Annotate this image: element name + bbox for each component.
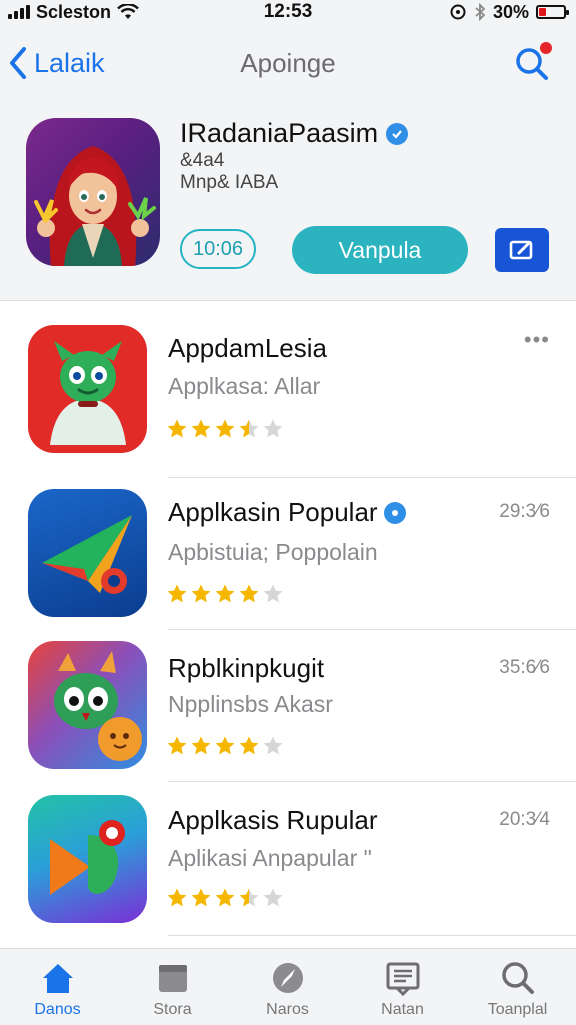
app-title-row: AppdamLesia [168,333,327,364]
tab-danos[interactable]: Danos [0,949,115,1025]
rating-stars [166,735,284,757]
star-icon [239,736,259,755]
bluetooth-icon [475,3,486,21]
star-icon [239,419,259,438]
more-options-button[interactable]: ••• [524,327,550,353]
app-title: Applkasin Popular [168,497,378,527]
row-divider [168,935,576,936]
star-icon [263,888,283,907]
star-icon [191,736,211,755]
battery-fill [539,8,546,16]
app-title: Applkasis Rupular [168,805,378,835]
tab-toanplal[interactable]: Toanplal [460,949,575,1025]
rating-stars [166,583,284,605]
status-bar: Scleston 12:53 30% [0,0,576,24]
notification-badge [540,42,552,54]
list-item[interactable]: Applkasis Rupular 20:3⁄4 Aplikasi Anpapu… [0,795,576,947]
app-subtitle: Npplinsbs Akasr [168,691,333,717]
tab-label: Natan [381,1001,424,1018]
time-chip[interactable]: 10:06 [180,229,256,269]
row-divider [168,477,576,478]
row-divider [168,629,576,630]
store-icon [154,959,192,997]
star-icon [263,419,283,438]
row-divider [168,781,576,782]
search-button[interactable] [514,42,554,82]
rating-stars [166,887,284,909]
green-monster-icon [50,341,126,445]
star-icon [167,584,187,603]
tab-label: Naros [266,1001,309,1018]
star-icon [215,419,235,438]
tab-stora[interactable]: Stora [115,949,230,1025]
tab-bar: Danos Stora Naros Natan Toanplal [0,948,576,1025]
edit-button[interactable] [495,228,549,272]
featured-app-developer: Mnp& IABA [180,172,279,193]
search-icon [499,959,537,997]
app-title: AppdamLesia [168,333,327,363]
star-icon [167,888,187,907]
star-icon [239,584,259,603]
paper-plane-icon [42,515,132,594]
star-icon [191,888,211,907]
character-girl-icon [34,146,156,266]
app-time: 35:6⁄6 [499,657,550,678]
app-subtitle: Applkasa: Allar [168,373,321,399]
app-subtitle: Apbistuia; Poppolain [168,539,378,565]
tab-naros[interactable]: Naros [230,949,345,1025]
tab-label: Danos [34,1001,81,1018]
app-title: Rpblkinpkugit [168,653,325,683]
compass-icon [269,959,307,997]
app-time: 29:3⁄6 [499,501,550,522]
app-subtitle: Aplikasi Anpapular " [168,845,372,871]
star-icon [215,584,235,603]
tab-label: Toanplal [487,1001,548,1018]
battery-icon [536,5,569,19]
tab-natan[interactable]: Natan [345,949,460,1025]
featured-app-name[interactable]: IRadaniaPaasim [180,118,409,149]
featured-header: Lalaik Apoinge IRadaniaPaasim &4a4 Mnp& … [0,24,576,301]
play-arrow-icon [50,820,125,895]
list-item[interactable]: AppdamLesia ••• Applkasa: Allar [0,325,576,478]
bird-icon [54,651,142,761]
rating-stars [166,418,284,440]
verified-badge-icon [386,122,409,145]
list-item[interactable]: Rpblkinpkugit 35:6⁄6 Npplinsbs Akasr [0,641,576,793]
featured-app-info: &4a4 [180,150,225,171]
app-time: 20:3⁄4 [499,809,550,830]
news-icon [384,959,422,997]
star-icon [191,419,211,438]
star-icon [215,736,235,755]
star-icon [215,888,235,907]
star-icon [167,419,187,438]
star-icon [263,584,283,603]
app-title-row: Applkasin Popular [168,497,406,528]
battery-percent: 30% [492,1,529,22]
alarm-icon [450,4,466,20]
star-icon [263,736,283,755]
edit-icon [509,240,533,260]
star-icon [167,736,187,755]
page-title: Apoinge [240,48,336,78]
get-button[interactable]: Vanpula [292,226,468,274]
tab-label: Stora [153,1001,192,1018]
app-title-row: Applkasis Rupular [168,805,378,836]
app-title-row: Rpblkinpkugit [168,653,324,684]
app-icon[interactable] [28,641,147,769]
list-item[interactable]: Applkasin Popular 29:3⁄6 Apbistuia; Popp… [0,489,576,641]
featured-app-title: IRadaniaPaasim [180,118,379,148]
star-icon [239,888,259,907]
app-icon[interactable] [28,795,147,923]
app-icon[interactable] [28,489,147,617]
verified-badge-icon [383,501,406,524]
status-right: 30% [449,0,569,24]
featured-app-icon[interactable] [26,118,160,266]
app-icon[interactable] [28,325,147,453]
home-icon [39,959,77,997]
star-icon [191,584,211,603]
